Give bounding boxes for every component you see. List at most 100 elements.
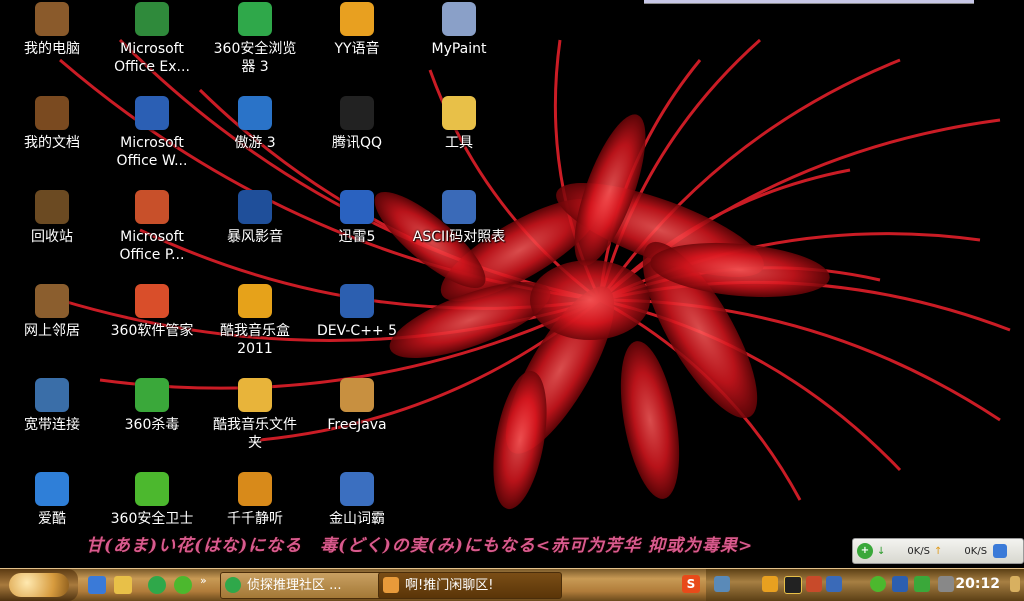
desktop-icon-label: 网上邻居 [24, 323, 80, 339]
system-tray: 20:12 [706, 569, 1024, 601]
download-arrow-icon: ↓ [877, 545, 886, 557]
desktop-icon[interactable]: FreeJava [305, 378, 409, 466]
desktop-icon[interactable]: Microsoft Office Ex... [100, 2, 204, 90]
yy-voice-icon[interactable] [762, 576, 778, 592]
task-label: 啊!推门闲聊区! [405, 578, 494, 593]
360-antivirus-icon [135, 378, 169, 412]
top-floating-widget [644, 0, 974, 4]
network-icon[interactable] [714, 576, 730, 592]
desktop-icon-label: MyPaint [431, 41, 487, 57]
qq-penguin-icon [340, 96, 374, 130]
start-button[interactable] [0, 569, 78, 601]
desktop-icon[interactable]: 360杀毒 [100, 378, 204, 466]
excel-icon [135, 2, 169, 36]
desktop-icon[interactable]: 酷我音乐盒 2011 [203, 284, 307, 372]
desktop-icon[interactable]: 酷我音乐文件 夹 [203, 378, 307, 466]
desktop-icon[interactable]: YY语音 [305, 2, 409, 90]
folder-icon [442, 96, 476, 130]
desktop-icon-label: 傲游 3 [234, 135, 276, 151]
aiku-play-icon [35, 472, 69, 506]
upload-speed: 0K/S [964, 545, 988, 557]
desktop-icon-label: YY语音 [334, 41, 380, 57]
speed-plus-icon: + [857, 543, 873, 559]
freejava-icon [340, 378, 374, 412]
qq-penguin-icon[interactable] [784, 576, 802, 594]
qq-group-icon [383, 577, 399, 593]
volume-icon[interactable] [806, 576, 822, 592]
desktop-icon[interactable]: 360安全浏览 器 3 [203, 2, 307, 90]
desktop-icon-label: 金山词霸 [329, 511, 385, 527]
desktop-icon[interactable]: 腾讯QQ [305, 96, 409, 184]
broadband-connection-icon [35, 378, 69, 412]
kingsoft-dictionary-icon [340, 472, 374, 506]
shield-icon[interactable] [914, 576, 930, 592]
start-orb-icon [9, 573, 69, 597]
quick-launch-more[interactable]: » [200, 574, 207, 587]
360-browser-icon [238, 2, 272, 36]
360-software-manager-icon [135, 284, 169, 318]
desktop-icon-label: 我的文档 [24, 135, 80, 151]
dev-icon[interactable] [892, 576, 908, 592]
clock[interactable]: 20:12 [955, 576, 1000, 592]
dev-cpp-icon [340, 284, 374, 318]
network-speed-widget[interactable]: + ↓ 0K/S ↑ 0K/S [852, 538, 1024, 564]
maxthon-icon [238, 96, 272, 130]
desktop-icon-label: 回收站 [31, 229, 73, 245]
desktop-icon[interactable]: 回收站 [0, 190, 104, 278]
360-browser-icon [225, 577, 241, 593]
desktop-icon-label: 360杀毒 [124, 417, 180, 433]
desktop-icon[interactable]: MyPaint [407, 2, 511, 90]
desktop-icon[interactable]: 宽带连接 [0, 378, 104, 466]
wallpaper-banner-text: 甘(あま)い花(はな)になる 毒(どく)の実(み)にもなる<赤可为芳华 抑或为毒… [86, 536, 754, 556]
sogou-input-icon[interactable]: S [682, 575, 700, 593]
desktop-icon-label: 360安全浏览 器 3 [213, 41, 297, 75]
usb-icon[interactable] [938, 576, 954, 592]
thunder-icon [340, 190, 374, 224]
desktop-icon-label: 360安全卫士 [110, 511, 194, 527]
desktop-icon-label: 我的电脑 [24, 41, 80, 57]
desktop-icon[interactable]: 傲游 3 [203, 96, 307, 184]
yy-voice-icon [340, 2, 374, 36]
desktop-icon[interactable]: 网上邻居 [0, 284, 104, 372]
360-safe-guard-icon [135, 472, 169, 506]
desktop-icon-label: 工具 [445, 135, 473, 151]
desktop-icon[interactable]: 暴风影音 [203, 190, 307, 278]
ttplayer-icon [238, 472, 272, 506]
desktop-icon-label: Microsoft Office Ex... [114, 41, 190, 75]
desktop-icon-label: 360软件管家 [110, 323, 194, 339]
powerpoint-icon [135, 190, 169, 224]
360-safe-guard-icon[interactable] [870, 576, 886, 592]
folder-icon[interactable] [114, 576, 132, 594]
360-browser-icon[interactable] [148, 576, 166, 594]
taskbar: » 侦探推理社区 ... 啊!推门闲聊区! S 20:12 [0, 568, 1024, 601]
desktop-icon[interactable]: ASCII码对照表 [407, 190, 511, 278]
task-label: 侦探推理社区 ... [247, 578, 342, 593]
desktop-icon[interactable]: 我的文档 [0, 96, 104, 184]
desktop-icon[interactable]: 360软件管家 [100, 284, 204, 372]
show-desktop-icon[interactable] [1010, 576, 1020, 592]
word-document-icon [442, 190, 476, 224]
desktop-icon[interactable]: Microsoft Office W... [100, 96, 204, 184]
taskbar-task-detective-community[interactable]: 侦探推理社区 ... [220, 572, 400, 599]
desktop-icon[interactable]: 工具 [407, 96, 511, 184]
network-adapter-icon[interactable] [826, 576, 842, 592]
storm-player-icon [238, 190, 272, 224]
word-icon [135, 96, 169, 130]
ie-icon[interactable] [88, 576, 106, 594]
taskbar-task-chat-room[interactable]: 啊!推门闲聊区! [378, 572, 562, 599]
network-places-icon [35, 284, 69, 318]
desktop-icon-label: 酷我音乐文件 夹 [213, 417, 297, 451]
desktop-icon[interactable]: DEV-C++ 5 [305, 284, 409, 372]
desktop-icon-label: ASCII码对照表 [412, 229, 506, 245]
desktop-icon-label: Microsoft Office W... [116, 135, 188, 169]
desktop: 我的电脑 我的文档 回收站 网上邻居 宽带连接 爱酷 Microsoft Office Ex… [0, 0, 1024, 568]
desktop-icon[interactable]: 我的电脑 [0, 2, 104, 90]
recycle-bin-icon [35, 190, 69, 224]
kuwo-music-icon [238, 284, 272, 318]
desktop-icon-label: Microsoft Office P... [119, 229, 185, 263]
desktop-icon[interactable]: 迅雷5 [305, 190, 409, 278]
desktop-icon-label: 酷我音乐盒 2011 [220, 323, 290, 357]
360-safe-guard-icon[interactable] [174, 576, 192, 594]
desktop-icon[interactable]: Microsoft Office P... [100, 190, 204, 278]
ie-icon [993, 544, 1008, 558]
